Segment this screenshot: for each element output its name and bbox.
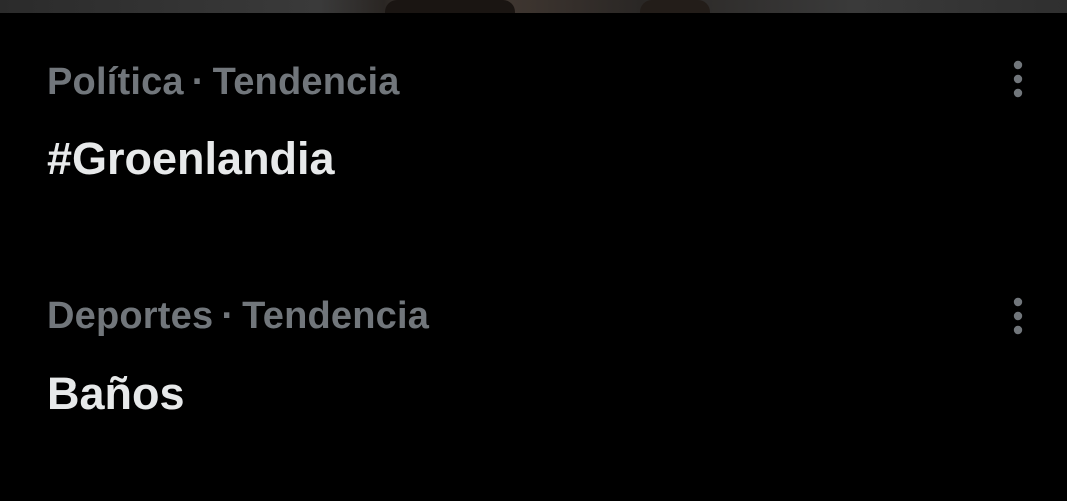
trend-title[interactable]: Baños <box>47 368 185 420</box>
trend-separator: · <box>191 61 205 103</box>
trend-category: Deportes <box>47 295 214 337</box>
trend-item[interactable]: Política · Tendencia #Groenlandia <box>0 13 1067 249</box>
trend-category: Política <box>47 61 184 103</box>
trend-status: Tendencia <box>212 61 400 103</box>
trend-status: Tendencia <box>242 295 430 337</box>
trend-title[interactable]: #Groenlandia <box>47 133 335 185</box>
more-vertical-icon <box>1013 60 1023 98</box>
more-vertical-icon <box>1013 297 1023 335</box>
image-detail <box>385 0 515 13</box>
trend-context: Política · Tendencia <box>47 61 400 104</box>
header-image[interactable] <box>0 0 1067 13</box>
trend-separator: · <box>221 295 235 337</box>
more-options-button[interactable] <box>998 55 1038 103</box>
trend-item[interactable]: Deportes · Tendencia Baños <box>0 249 1067 485</box>
image-detail <box>640 0 710 13</box>
more-options-button[interactable] <box>998 292 1038 340</box>
trend-context: Deportes · Tendencia <box>47 295 429 338</box>
